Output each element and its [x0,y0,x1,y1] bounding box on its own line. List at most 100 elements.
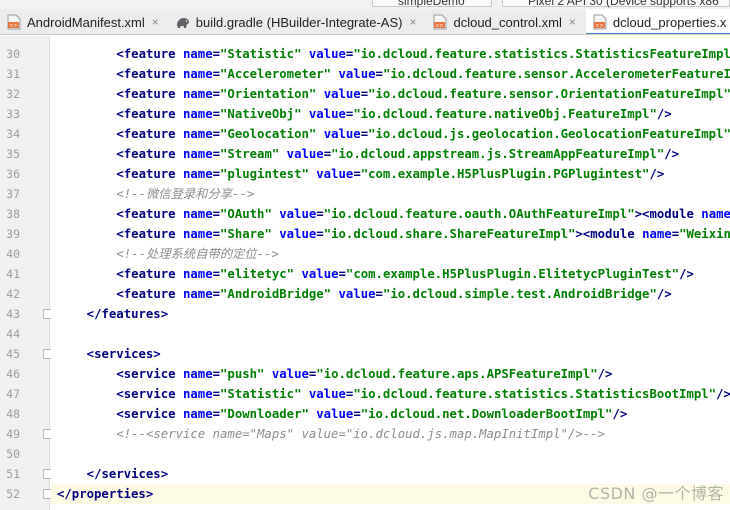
line-number: 50 [6,447,20,461]
attribute-value: "Orientation" [220,87,317,101]
line-number: 43 [6,307,20,321]
tag-name: </properties> [57,487,154,501]
code-line: <feature name="Orientation" value="io.dc… [57,84,730,104]
attribute-value: "Accelerometer" [220,67,332,81]
equals: = [212,407,221,421]
attribute-value: "io.dcloud.feature.nativeObj.FeatureImpl… [353,107,657,121]
tag-bracket: /> [597,367,613,381]
tab-dcloud-control-xml[interactable]: <> dcloud_control.xml × [426,9,585,34]
attribute-name: name [183,387,213,401]
attribute-value: "io.dcloud.feature.statistics.Statistics… [353,47,730,61]
code-comment: <!--<service name="Maps" value="io.dclou… [116,427,605,441]
tag-bracket: < [116,127,124,141]
line-number: 52 [6,487,20,501]
tab-label: dcloud_control.xml [453,14,562,30]
attribute-value: "Share" [220,227,272,241]
line-number: 49 [6,427,20,441]
tab-androidmanifest-xml[interactable]: <> AndroidManifest.xml × [0,9,169,34]
tag-bracket: /> [679,267,694,281]
attribute-name: name [183,107,213,121]
attribute-name: value [286,147,324,161]
tag-name: feature [123,267,176,281]
xml-file-icon: <> [592,14,608,30]
tag-bracket: < [116,407,124,421]
equals: = [316,227,324,241]
tag-bracket: < [116,267,124,281]
line-number: 39 [6,227,20,241]
attribute-value: "io.dcloud.feature.oauth.OAuthFeatureImp… [323,207,635,221]
editor-tab-bar: <> AndroidManifest.xml × build.gradle (HBui… [0,9,730,35]
code-line: </features> [57,304,168,324]
attribute-name: value [323,127,361,141]
run-toolbar-strip: simpleDemo Pixel 2 API 30 (Device suppor… [0,0,730,9]
tag-name: service [123,407,176,421]
attribute-value: "Statistic" [220,387,302,401]
watermark: CSDN @一个博客 [588,484,724,503]
gradle-elephant-icon [175,14,191,30]
attribute-value: "Weixin" [679,227,730,241]
attribute-name: name [183,167,213,181]
line-number: 47 [6,387,20,401]
attribute-value: "Stream" [220,147,280,161]
code-line: <service name="Statistic" value="io.dclo… [57,384,730,404]
code-line: <feature name="Stream" value="io.dcloud.… [57,144,679,164]
attribute-value: "NativeObj" [220,107,302,121]
attribute-name: value [301,267,339,281]
attribute-name: name [183,227,213,241]
attribute-name: value [316,167,354,181]
tag-name: feature [123,67,176,81]
attribute-value: "io.dcloud.net.DownloaderBootImpl" [360,407,613,421]
equals: = [353,167,361,181]
attribute-value: "elitetyc" [220,267,295,281]
code-line: </services> [57,464,168,484]
tag-name: </services> [86,467,169,481]
line-number: 34 [6,127,20,141]
tab-dcloud-properties-x[interactable]: <> dcloud_properties.x [585,9,730,34]
equals: = [212,227,221,241]
line-number: 46 [6,367,20,381]
attribute-value: "com.example.H5PlusPlugin.PGPlugintest" [360,167,650,181]
line-number: 42 [6,287,20,301]
equals: = [353,407,361,421]
code-line: <feature name="Share" value="io.dcloud.s… [57,224,730,244]
line-number: 45 [6,347,20,361]
code-line: <feature name="Geolocation" value="io.dc… [57,124,730,144]
tag-bracket: < [116,87,124,101]
attribute-name: value [279,207,317,221]
tag-bracket: /> [664,147,680,161]
svg-text:<>: <> [436,23,444,29]
tab-build-gradle-hbuilder-integrate-as[interactable]: build.gradle (HBuilder-Integrate-AS) × [169,9,427,34]
attribute-name: name [183,67,213,81]
tag-bracket: /> [649,167,665,181]
attribute-name: value [323,87,361,101]
code-editor[interactable]: <feature name="Statistic" value="io.dclo… [51,36,730,510]
attribute-name: value [271,367,309,381]
close-tab-icon[interactable]: × [409,15,416,29]
attribute-value: "Geolocation" [220,127,317,141]
equals: = [212,367,221,381]
equals: = [338,267,346,281]
attribute-name: value [308,387,346,401]
code-comment: <!--微信登录和分享--> [116,187,255,201]
attribute-name: name [642,227,672,241]
line-number: 44 [6,327,20,341]
attribute-name: name [183,207,213,221]
svg-text:<>: <> [595,23,603,29]
line-number-gutter: 30 31 32 33 34 35 36 37 38 39 40 41 42 43 44 45 46 47 48 49… [0,36,52,510]
attribute-value: "push" [220,367,265,381]
equals: = [316,207,324,221]
line-number: 35 [6,147,20,161]
attribute-name: name [183,47,213,61]
tag-bracket: < [116,227,124,241]
close-tab-icon[interactable]: × [569,15,576,29]
close-tab-icon[interactable]: × [152,15,159,29]
